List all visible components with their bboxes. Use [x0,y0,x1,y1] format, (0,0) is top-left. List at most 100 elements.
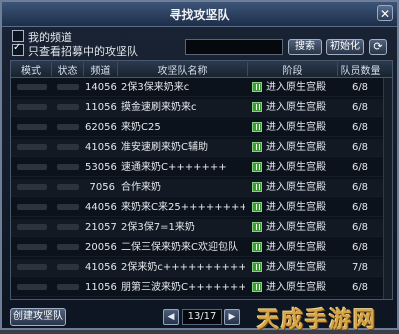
stage-cell: 进入原生宫殿 [266,262,326,273]
recruiting-only-filter[interactable]: 只查看招募中的攻坚队 [12,42,138,58]
table-row[interactable]: 41056 2保来奶c+++++++++++++ 进入原生宫殿 7/8 [11,259,392,277]
green-status-icon [252,162,262,172]
members-cell: 6/8 [351,162,369,173]
team-name-cell: 速通来奶C+++++++ [121,162,227,173]
table-header: 模式 状态 频道 攻坚队名称 阶段 队员数量 [11,61,392,78]
channel-cell: 14056 [85,82,117,93]
column-channel[interactable]: 频道 [83,62,117,77]
table-row[interactable]: 41056 准安速刷来奶C辅助 进入原生宫殿 6/8 [11,139,392,157]
status-cell [57,84,79,90]
channel-cell: 11056 [85,282,117,293]
status-cell [57,184,79,190]
my-channel-filter[interactable]: 我的频道 [12,29,72,44]
stage-cell: 进入原生宫殿 [266,222,326,233]
channel-cell: 7056 [89,182,115,193]
status-cell [57,264,79,270]
status-cell [57,124,79,130]
channel-cell: 20056 [85,242,117,253]
table-row[interactable]: 21057 2保3保7=1来奶 进入原生宫殿 6/8 [11,219,392,237]
members-cell: 6/8 [351,282,369,293]
table-row[interactable]: 53056 速通来奶C+++++++ 进入原生宫殿 6/8 [11,159,392,177]
channel-cell: 44056 [85,202,117,213]
team-name-cell: 2保3保7=1来奶 [121,222,195,233]
close-button[interactable]: ✕ [377,5,393,21]
status-cell [57,244,79,250]
column-team-name[interactable]: 攻坚队名称 [117,62,247,77]
title-bar[interactable]: 寻找攻坚队 ✕ [2,2,397,27]
green-status-icon [252,82,262,92]
green-status-icon [252,222,262,232]
stage-cell: 进入原生宫殿 [266,122,326,133]
reset-button[interactable]: 初始化 [326,39,364,55]
team-name-cell: 朋第三波来奶C++++++++ [121,282,245,293]
list-scrollbar[interactable] [383,78,392,299]
recruiting-only-checkbox[interactable] [12,42,24,56]
status-cell [57,164,79,170]
column-stage[interactable]: 阶段 [247,62,337,77]
mode-cell [17,84,47,90]
refresh-icon[interactable]: ⟳ [369,39,387,55]
next-page-button[interactable]: ▶ [224,309,240,325]
page-indicator: 13/17 [182,309,222,325]
table-row[interactable]: 20056 二保三保来奶来C欢迎包队 进入原生宫殿 6/8 [11,239,392,257]
mode-cell [17,264,47,270]
mode-cell [17,284,47,290]
prev-page-button[interactable]: ◀ [163,309,179,325]
mode-cell [17,224,47,230]
team-name-cell: 摸金速刷来奶来c [121,102,197,113]
column-mode[interactable]: 模式 [11,62,51,77]
channel-cell: 41056 [85,262,117,273]
members-cell: 6/8 [351,122,369,133]
members-cell: 6/8 [351,102,369,113]
mode-cell [17,144,47,150]
team-name-cell: 二保三保来奶来C欢迎包队 [121,242,238,253]
site-watermark: 天成手游网 [257,308,378,333]
members-cell: 6/8 [351,202,369,213]
status-cell [57,284,79,290]
channel-cell: 53056 [85,162,117,173]
table-row[interactable]: 7056 合作来奶 进入原生宫殿 6/8 [11,179,392,197]
green-status-icon [252,282,262,292]
stage-cell: 进入原生宫殿 [266,162,326,173]
status-cell [57,204,79,210]
team-name-cell: 2保3保来奶来c [121,82,190,93]
members-cell: 7/8 [351,262,369,273]
mode-cell [17,204,47,210]
window-title: 寻找攻坚队 [169,8,230,22]
members-cell: 6/8 [351,182,369,193]
green-status-icon [252,102,262,112]
green-status-icon [252,242,262,252]
channel-cell: 62056 [85,122,117,133]
table-row[interactable]: 62056 来奶C25 进入原生宫殿 6/8 [11,119,392,137]
table-row[interactable]: 11056 摸金速刷来奶来c 进入原生宫殿 6/8 [11,99,392,117]
table-row[interactable]: 11056 朋第三波来奶C++++++++ 进入原生宫殿 6/8 [11,279,392,297]
mode-cell [17,244,47,250]
status-cell [57,224,79,230]
stage-cell: 进入原生宫殿 [266,102,326,113]
mode-cell [17,124,47,130]
members-cell: 6/8 [351,242,369,253]
status-cell [57,144,79,150]
green-status-icon [252,142,262,152]
green-status-icon [252,122,262,132]
search-input[interactable] [185,39,283,55]
green-status-icon [252,182,262,192]
members-cell: 6/8 [351,142,369,153]
search-button[interactable]: 搜索 [288,39,322,55]
column-members[interactable]: 队员数量 [337,62,383,77]
stage-cell: 进入原生宫殿 [266,202,326,213]
column-status[interactable]: 状态 [51,62,83,77]
mode-cell [17,164,47,170]
members-cell: 6/8 [351,82,369,93]
stage-cell: 进入原生宫殿 [266,82,326,93]
stage-cell: 进入原生宫殿 [266,142,326,153]
table-row[interactable]: 14056 2保3保来奶来c 进入原生宫殿 6/8 [11,79,392,97]
team-name-cell: 来奶来C来25++++++++++ [121,202,245,213]
team-name-cell: 来奶C25 [121,122,161,133]
green-status-icon [252,202,262,212]
status-cell [57,104,79,110]
table-row[interactable]: 44056 来奶来C来25++++++++++ 进入原生宫殿 6/8 [11,199,392,217]
members-cell: 6/8 [351,222,369,233]
create-team-button[interactable]: 创建攻坚队 [10,308,66,326]
my-channel-checkbox[interactable] [12,30,24,42]
